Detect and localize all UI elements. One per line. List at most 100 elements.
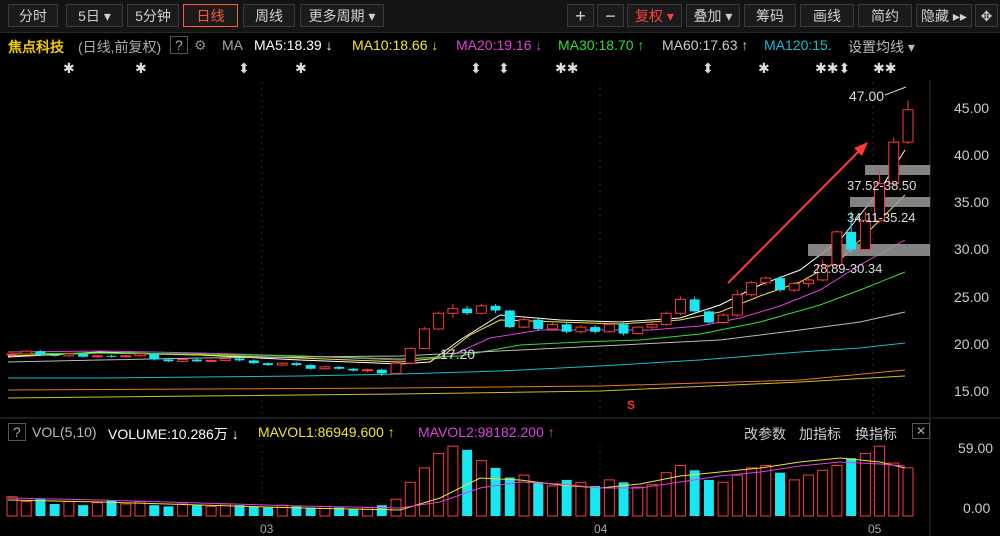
candle-body[interactable] [746,282,758,296]
candle-body[interactable] [404,347,416,364]
vol-help-icon[interactable]: ? [8,423,26,441]
candle-body[interactable] [802,279,814,285]
volume-bar[interactable] [546,485,558,517]
volume-bar[interactable] [590,485,601,516]
candle-body[interactable] [390,362,402,374]
volume-bar[interactable] [689,470,700,516]
candle-body[interactable] [646,323,658,328]
volume-bar[interactable] [205,505,217,517]
candle-body[interactable] [234,358,245,361]
volume-bar[interactable] [902,467,914,517]
volume-bar[interactable] [234,505,245,516]
volume-bar[interactable] [305,507,316,516]
candle-body[interactable] [263,363,273,366]
volume-bar[interactable] [35,499,46,516]
volume-bar[interactable] [846,458,857,516]
volume-bar[interactable] [775,472,785,516]
volume-bar[interactable] [575,481,587,517]
candle-body[interactable] [177,359,189,362]
candle-body[interactable] [788,283,800,291]
candle-body[interactable] [149,353,160,360]
candle-body[interactable] [546,323,558,330]
volume-bar[interactable] [78,505,89,516]
candle-body[interactable] [775,278,785,291]
candle-body[interactable] [859,220,871,250]
candle-body[interactable] [63,353,75,357]
volume-bar[interactable] [376,505,387,516]
add-indicator-button[interactable]: 加指标 [799,424,841,444]
volume-bar[interactable] [263,507,273,516]
candle-body[interactable] [248,360,259,364]
candle-body[interactable] [134,353,146,357]
candle-body[interactable] [433,312,445,330]
candle-body[interactable] [334,366,345,369]
volume-bar[interactable] [91,502,103,517]
volume-bar[interactable] [802,474,814,517]
volume-bar[interactable] [191,505,202,516]
candle-body[interactable] [35,351,46,355]
candle-body[interactable] [603,323,615,333]
candle-body[interactable] [362,369,374,372]
candle-body[interactable] [191,359,202,362]
candle-body[interactable] [504,310,515,328]
candle-body[interactable] [291,363,302,366]
candle-body[interactable] [447,308,459,314]
candle-body[interactable] [717,314,729,324]
candle-body[interactable] [533,319,544,329]
candle-body[interactable] [106,355,117,357]
candle-body[interactable] [561,324,572,332]
candle-body[interactable] [163,359,174,362]
candle-body[interactable] [632,326,644,335]
close-icon[interactable]: ✕ [912,423,931,439]
volume-bar[interactable] [348,508,359,516]
volume-bar[interactable] [49,503,60,516]
volume-bar[interactable] [20,501,32,517]
candle-body[interactable] [618,324,629,334]
volume-bar[interactable] [447,445,459,517]
candle-body[interactable] [205,359,217,362]
candle-body[interactable] [660,312,672,325]
volume-bar[interactable] [874,445,886,517]
candle-body[interactable] [6,353,18,356]
candle-body[interactable] [518,319,530,328]
volume-bar[interactable] [674,464,686,517]
candle-body[interactable] [305,365,316,369]
volume-bar[interactable] [888,462,900,517]
volume-bar[interactable] [817,469,829,517]
candle-body[interactable] [49,354,60,356]
volume-bar[interactable] [746,467,758,517]
candle-body[interactable] [319,366,331,370]
volume-bar[interactable] [490,467,501,516]
candle-body[interactable] [590,327,601,332]
candle-body[interactable] [846,231,857,250]
candle-body[interactable] [575,326,587,333]
volume-bar[interactable] [120,503,132,517]
volume-bar[interactable] [433,452,445,517]
candle-body[interactable] [91,355,103,358]
volume-bar[interactable] [177,503,189,517]
volume-bar[interactable] [319,505,331,517]
candle-body[interactable] [219,358,231,361]
volume-bar[interactable] [276,504,288,517]
volume-bar[interactable] [760,464,772,517]
candle-body[interactable] [462,308,473,314]
candle-body[interactable] [689,299,700,312]
volume-bar[interactable] [248,506,259,516]
candle-body[interactable] [674,298,686,314]
candle-body[interactable] [78,353,89,357]
volume-bar[interactable] [618,482,629,516]
volume-bar[interactable] [632,486,644,517]
volume-bar[interactable] [717,481,729,517]
volume-bar[interactable] [831,464,843,517]
volume-bar[interactable] [404,481,416,517]
change-params-button[interactable]: 改参数 [744,424,786,444]
volume-bar[interactable] [788,479,800,517]
candle-body[interactable] [760,277,772,284]
candle-body[interactable] [475,305,487,314]
candle-body[interactable] [276,362,288,366]
volume-bar[interactable] [646,484,658,517]
volume-bar[interactable] [418,467,430,517]
volume-bar[interactable] [63,501,75,517]
volume-bar[interactable] [163,506,174,516]
candle-body[interactable] [731,294,743,316]
